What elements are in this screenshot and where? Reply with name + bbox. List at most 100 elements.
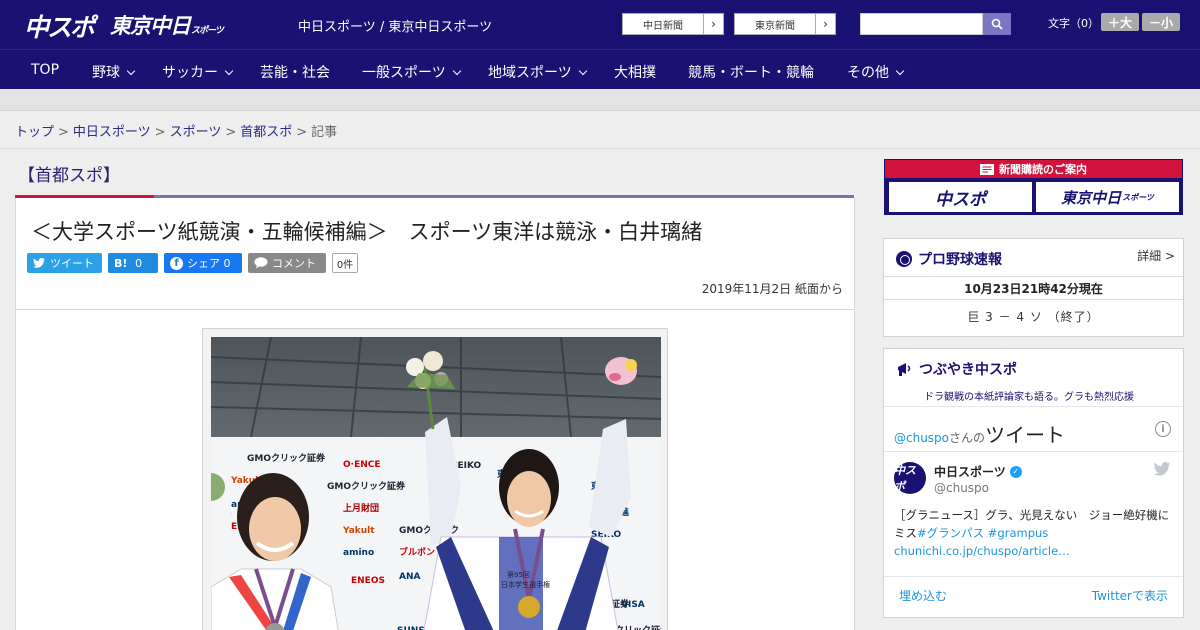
breadcrumb-current: 記事 [311, 125, 338, 140]
promo-tokyo-sub: スポーツ [1122, 192, 1154, 202]
promo-tokyo-chunichi-logo[interactable]: 東京中日 スポーツ [1036, 182, 1179, 212]
svg-text:ブルボン: ブルボン [399, 546, 435, 558]
baseball-score[interactable]: 巨 3 － 4 ソ （終了） [884, 308, 1183, 325]
sub-nav-strip [0, 89, 1200, 111]
search-icon [991, 18, 1003, 30]
article-date: 2019年11月2日 紙面から [701, 282, 843, 296]
twitter-title-text: つぶやき中スポ [919, 362, 1017, 378]
svg-text:O·ENCE: O·ENCE [343, 460, 381, 470]
hatena-bookmark-button[interactable]: B! 0 [108, 253, 158, 273]
nav-label: 一般スポーツ [362, 65, 446, 81]
baseball-updated-time: 10月23日21時42分現在 [884, 276, 1183, 300]
info-icon[interactable]: i [1155, 421, 1171, 437]
baseball-detail-link[interactable]: 詳細 > [1137, 247, 1175, 264]
tweet-user-name[interactable]: 中日スポーツ ✓ [934, 463, 1022, 480]
nav-item-racing[interactable]: 競馬・ボート・競輪 [688, 62, 814, 82]
svg-text:VISA: VISA [621, 600, 645, 610]
twitter-widget-title: つぶやき中スポ [896, 359, 1017, 379]
breadcrumb-separator: > [58, 125, 69, 140]
chevron-down-icon [224, 66, 234, 76]
font-smaller-button[interactable]: －小 [1142, 13, 1180, 31]
embed-link[interactable]: 埋め込む [899, 587, 947, 604]
facebook-share-button[interactable]: f シェア 0 [164, 253, 242, 273]
baseball-icon [896, 251, 912, 267]
breadcrumb-item-chunichi-sports[interactable]: 中日スポーツ [73, 125, 151, 140]
facebook-label: シェア [187, 257, 220, 270]
article-header: ＜大学スポーツ紙競演・五輪候補編＞ スポーツ東洋は競泳・白井璃緒 ツイート B!… [15, 198, 855, 310]
nav-item-entertainment[interactable]: 芸能・社会 [260, 62, 330, 82]
nav-item-other[interactable]: その他 [847, 62, 905, 82]
tokyo-logo-main: 東京中日 [110, 14, 191, 38]
promo-heading: 新聞購読のご案内 [885, 160, 1182, 178]
svg-text:日本学生選手権: 日本学生選手権 [501, 580, 550, 589]
user-name-text: 中日スポーツ [934, 465, 1006, 479]
svg-text:GMOクリック証券: GMOクリック証券 [247, 452, 326, 464]
hatena-count: 0 [135, 256, 143, 270]
chunichi-shimbun-link[interactable]: 中日新聞 › [622, 13, 724, 35]
article-photo[interactable]: GMOクリック証券 O·ENCE Yakult GMOクリック証券 SEIKO … [211, 337, 661, 630]
promo-chuspo-logo[interactable]: 中スポ [889, 182, 1032, 212]
svg-text:Yakult: Yakult [342, 526, 375, 536]
facebook-count: 0 [223, 256, 231, 270]
breadcrumb-item-shuto-supo[interactable]: 首都スポ [240, 125, 292, 140]
tweet-button[interactable]: ツイート [27, 253, 102, 273]
breadcrumb-item-top[interactable]: トップ [15, 125, 54, 140]
view-on-twitter-link[interactable]: Twitterで表示 [1092, 587, 1168, 604]
nav-item-local-sports[interactable]: 地域スポーツ [488, 62, 587, 82]
font-size-label: 文字（0） [1048, 17, 1099, 30]
promo-tokyo-main: 東京中日 [1061, 188, 1122, 207]
tweet-link[interactable]: chunichi.co.jp/chuspo/article… [894, 544, 1070, 558]
svg-text:GMOクリック証券: GMOクリック証券 [327, 480, 406, 492]
search-input[interactable] [860, 13, 983, 35]
baseball-widget-title: プロ野球速報 [896, 249, 1002, 269]
main-nav: TOP 野球 サッカー 芸能・社会 一般スポーツ 地域スポーツ 大相撲 競馬・ボ… [0, 49, 1200, 89]
nav-item-soccer[interactable]: サッカー [162, 62, 234, 82]
chuspo-logo[interactable]: 中スポ [24, 8, 95, 44]
nav-label: 地域スポーツ [488, 65, 572, 81]
verified-badge-icon: ✓ [1009, 465, 1022, 478]
tweets-by-handle[interactable]: @chuspoさんのツイート [894, 419, 1065, 448]
nav-label: 大相撲 [614, 65, 656, 81]
article-photo-frame: GMOクリック証券 O·ENCE Yakult GMOクリック証券 SEIKO … [202, 328, 668, 630]
chevron-down-icon [452, 66, 461, 76]
svg-text:amino: amino [343, 548, 374, 558]
svg-text:上月財団: 上月財団 [343, 502, 379, 514]
breadcrumb-item-sports[interactable]: スポーツ [170, 125, 222, 140]
nav-label: TOP [31, 62, 60, 78]
megaphone-icon [898, 363, 911, 376]
breadcrumb-separator: > [225, 125, 237, 140]
tokyo-shimbun-link[interactable]: 東京新聞 › [734, 13, 836, 35]
chevron-right-icon: › [815, 14, 835, 34]
swimmer-podium-photo: GMOクリック証券 O·ENCE Yakult GMOクリック証券 SEIKO … [211, 337, 661, 630]
twitter-subtitle: ドラ観戦の本紙評論家も語る。グラも熱烈応援 [924, 392, 1134, 403]
tokyo-chunichi-logo[interactable]: 東京中日スポーツ [110, 10, 224, 40]
section-title: 【首都スポ】 [18, 166, 120, 186]
ext-link-label: 東京新聞 [755, 20, 795, 32]
comment-count: 0件 [332, 253, 358, 273]
font-larger-button[interactable]: ＋大 [1101, 13, 1139, 31]
svg-text:第95回: 第95回 [507, 570, 530, 579]
svg-text:ANA: ANA [399, 572, 420, 582]
avatar[interactable]: 中スポ [894, 462, 926, 494]
nav-label: 野球 [92, 65, 120, 81]
site-title: 中日スポーツ / 東京中日スポーツ [298, 20, 493, 35]
nav-item-baseball[interactable]: 野球 [92, 62, 136, 82]
nav-item-general-sports[interactable]: 一般スポーツ [362, 62, 461, 82]
search-button[interactable] [983, 13, 1011, 35]
twitter-bird-icon[interactable] [1153, 462, 1171, 476]
tweet-text[interactable]: ［グラニュース］グラ、光見えない ジョー絶好機にミス#グランパス #grampu… [894, 506, 1174, 560]
promo-heading-text: 新聞購読のご案内 [999, 163, 1087, 176]
comment-button[interactable]: コメント [248, 253, 326, 273]
subscription-promo[interactable]: 新聞購読のご案内 中スポ 東京中日 スポーツ [884, 159, 1183, 215]
breadcrumb-separator: > [296, 125, 308, 140]
nav-label: サッカー [162, 65, 218, 81]
baseball-score-widget: プロ野球速報 詳細 > 10月23日21時42分現在 巨 3 － 4 ソ （終了… [883, 238, 1184, 337]
tweet-user-id[interactable]: @chuspo [934, 481, 989, 495]
chevron-right-icon: › [703, 14, 723, 34]
tweets-header: @chuspoさんのツイート i [884, 406, 1183, 452]
nav-item-sumo[interactable]: 大相撲 [614, 62, 656, 82]
nav-label: その他 [847, 65, 889, 81]
twitter-handle: @chuspo [894, 431, 950, 445]
tweet-hashtags[interactable]: #グランパス #grampus [917, 526, 1048, 540]
nav-item-top[interactable]: TOP [31, 62, 59, 78]
